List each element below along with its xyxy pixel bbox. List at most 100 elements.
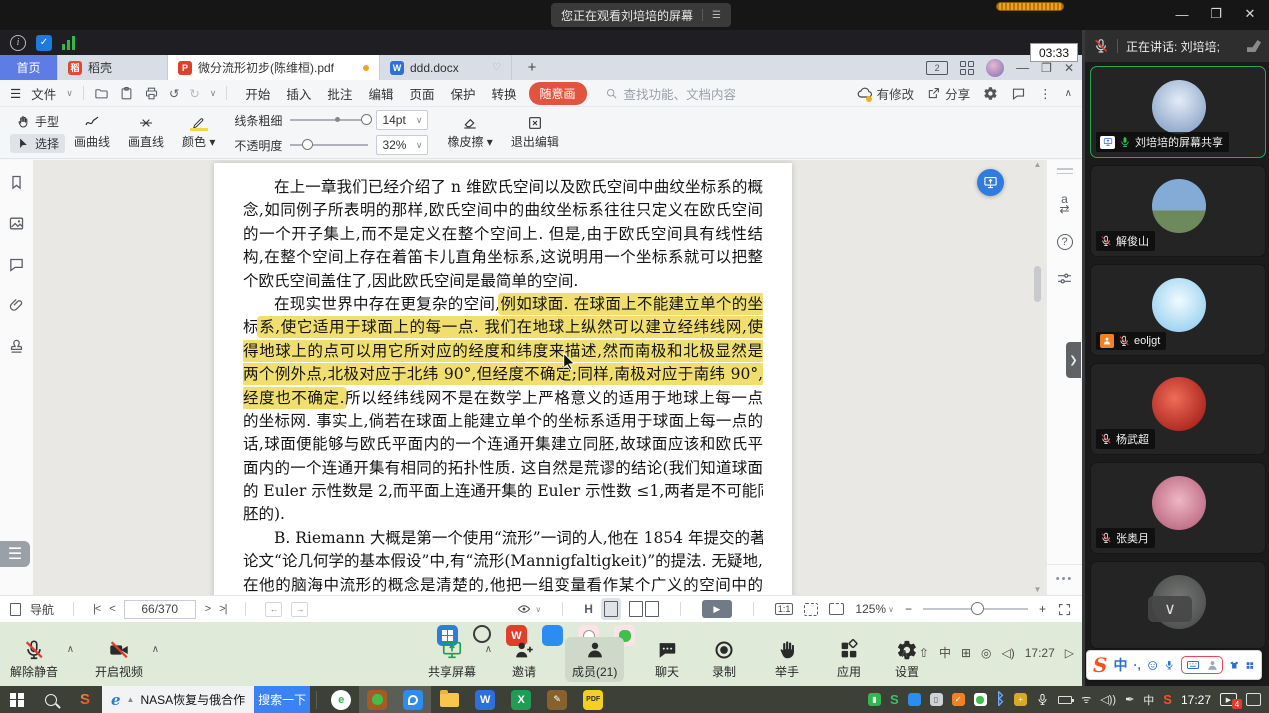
wechat-tray-icon[interactable]	[974, 693, 987, 706]
tray-speaker-icon[interactable]: ◁)	[1002, 646, 1015, 660]
taskbar-360-browser[interactable]: e	[323, 686, 359, 713]
close-button[interactable]: ✕	[1237, 4, 1263, 24]
print-icon[interactable]	[144, 86, 159, 101]
new-tab-button[interactable]: +	[512, 55, 552, 80]
double-page-icon[interactable]	[629, 601, 659, 617]
taskbar-search-icon[interactable]	[34, 686, 68, 713]
ime-indicator[interactable]: 中	[1143, 692, 1154, 708]
tray-pin-icon[interactable]: ⇧	[919, 646, 929, 660]
more-caret-icon[interactable]: ∨	[210, 88, 217, 99]
tray-circle-icon[interactable]: ◎	[981, 646, 991, 660]
next-page-icon[interactable]: >	[205, 603, 210, 615]
invite-button[interactable]: 邀请	[512, 639, 536, 680]
adjust-sliders-icon[interactable]	[1056, 270, 1073, 287]
zoom-level-select[interactable]: 125%∨	[855, 602, 894, 616]
presenter-ime-mode[interactable]: 中	[939, 644, 951, 661]
sidebar-expander-handle[interactable]: ❯	[1066, 342, 1081, 378]
participant-tile[interactable]: 解俊山	[1090, 165, 1266, 257]
prev-page-icon[interactable]: <	[109, 603, 114, 615]
start-video-button[interactable]: 开启视频 ∧	[95, 639, 143, 680]
comment-panel-icon[interactable]	[8, 256, 25, 273]
ime-menu-grid-icon[interactable]	[1245, 659, 1255, 672]
exit-edit-button[interactable]: 退出编辑	[511, 115, 559, 150]
tab-pdf-document[interactable]: P 微分流形初步(陈维桓).pdf	[168, 55, 380, 80]
panel-drag-handle[interactable]	[1057, 168, 1073, 174]
action-center-icon[interactable]	[1246, 693, 1261, 706]
actual-size-icon[interactable]: 1:1	[775, 603, 794, 615]
taskbar-file-explorer[interactable]	[431, 686, 467, 713]
ime-mode-toggle[interactable]: 中	[1113, 655, 1127, 675]
record-button[interactable]: 录制	[712, 639, 736, 680]
panel-more-icon[interactable]: •••	[1047, 564, 1082, 585]
cloud-sync-status[interactable]: 有修改	[857, 84, 915, 103]
taskbar-clock[interactable]: 17:27	[1181, 693, 1211, 707]
taskbar-journal[interactable]: ✎	[539, 686, 575, 713]
account-avatar[interactable]	[986, 59, 1004, 77]
taskbar-word[interactable]: W	[467, 686, 503, 713]
hand-tool[interactable]: 手型	[10, 112, 65, 131]
raise-hand-button[interactable]: 举手	[775, 639, 799, 680]
battery-icon[interactable]	[1058, 696, 1072, 704]
security-check-icon[interactable]: ✓	[952, 693, 965, 706]
free-draw-mode-button[interactable]: 随意画	[529, 82, 587, 105]
soft-keyboard-icon[interactable]	[1185, 658, 1201, 672]
tray-layout-icon[interactable]: ⊞	[961, 646, 971, 660]
draw-curve-tool[interactable]: 画曲线	[74, 115, 110, 150]
vertical-scrollbar[interactable]: ▲ ▼	[1033, 160, 1042, 595]
scroll-down-icon[interactable]: ▼	[1034, 585, 1042, 595]
tab-docer[interactable]: 稻 稻壳	[58, 55, 168, 80]
menu-convert[interactable]: 转换	[483, 84, 524, 103]
ime-toolbar[interactable]: S 中 ·,	[1086, 650, 1262, 680]
color-picker[interactable]: 颜色 ▾	[182, 116, 215, 150]
sogou-red-icon[interactable]: S	[1163, 692, 1172, 707]
thickness-slider[interactable]	[290, 119, 368, 121]
taskbar-wechat[interactable]	[359, 686, 395, 713]
undo-icon[interactable]: ↺	[169, 86, 179, 101]
zoom-in-icon[interactable]: +	[1039, 602, 1046, 616]
browser-address-widget[interactable]: e ▲ NASA恢复与俄合作	[102, 686, 254, 713]
workspace-grid-icon[interactable]	[960, 61, 974, 75]
history-back-icon[interactable]: ←	[265, 602, 282, 617]
scroll-more-participants-button[interactable]: ∨	[1148, 596, 1192, 622]
nav-panel-icon[interactable]	[10, 603, 21, 616]
emoji-icon[interactable]	[1147, 658, 1158, 673]
tray-expand-icon[interactable]: ∧	[900, 646, 909, 660]
scroll-thumb[interactable]	[1034, 266, 1041, 302]
signal-bars-icon[interactable]	[62, 36, 75, 50]
bookmark-icon[interactable]	[8, 174, 25, 191]
apps-button[interactable]: 应用	[837, 639, 861, 680]
collapse-ribbon-icon[interactable]: ∧	[1065, 88, 1072, 99]
page-number-input[interactable]: 66/370	[124, 600, 196, 619]
info-icon[interactable]: i	[10, 35, 26, 51]
tray-mic-icon[interactable]	[1036, 693, 1049, 706]
meeting-tray-icon[interactable]	[908, 693, 921, 706]
outline-list-icon[interactable]: ☰	[0, 541, 30, 567]
attachment-icon[interactable]	[8, 297, 25, 314]
translate-icon[interactable]: a⇄	[1059, 194, 1069, 214]
app-minimize-button[interactable]: —	[1016, 60, 1029, 75]
participant-tile[interactable]: 杨武超	[1090, 363, 1266, 455]
banner-menu-icon[interactable]: ☰	[712, 10, 721, 21]
sogou-green-icon[interactable]: S	[890, 692, 899, 707]
skin-tshirt-icon[interactable]	[1229, 658, 1240, 672]
camera-options-caret[interactable]: ∧	[152, 644, 159, 655]
start-button[interactable]	[0, 686, 34, 713]
wifi-icon[interactable]: ᯤ	[1081, 692, 1091, 707]
reader-mode-icon[interactable]: H	[584, 602, 593, 616]
image-icon[interactable]	[8, 215, 25, 232]
reading-person-icon[interactable]	[1206, 659, 1219, 672]
first-page-icon[interactable]: |<	[93, 603, 100, 615]
participant-tile[interactable]: 张奥月	[1090, 462, 1266, 554]
play-presentation-button[interactable]: ▶	[702, 600, 732, 618]
pen-icon[interactable]: ✒	[1125, 693, 1134, 706]
taskbar-excel[interactable]: X	[503, 686, 539, 713]
taskbar-meeting-app[interactable]	[395, 686, 431, 713]
media-notifications-icon[interactable]: ▶4	[1220, 693, 1237, 706]
eraser-tool[interactable]: 橡皮擦 ▾	[447, 115, 492, 150]
minimize-button[interactable]: —	[1169, 4, 1195, 24]
menu-start[interactable]: 开始	[237, 84, 278, 103]
zoom-out-icon[interactable]: −	[905, 602, 912, 616]
voice-input-icon[interactable]	[1164, 658, 1175, 672]
news-headline[interactable]: NASA恢复与俄合作	[140, 691, 245, 708]
tab-home[interactable]: 首页	[0, 55, 58, 80]
